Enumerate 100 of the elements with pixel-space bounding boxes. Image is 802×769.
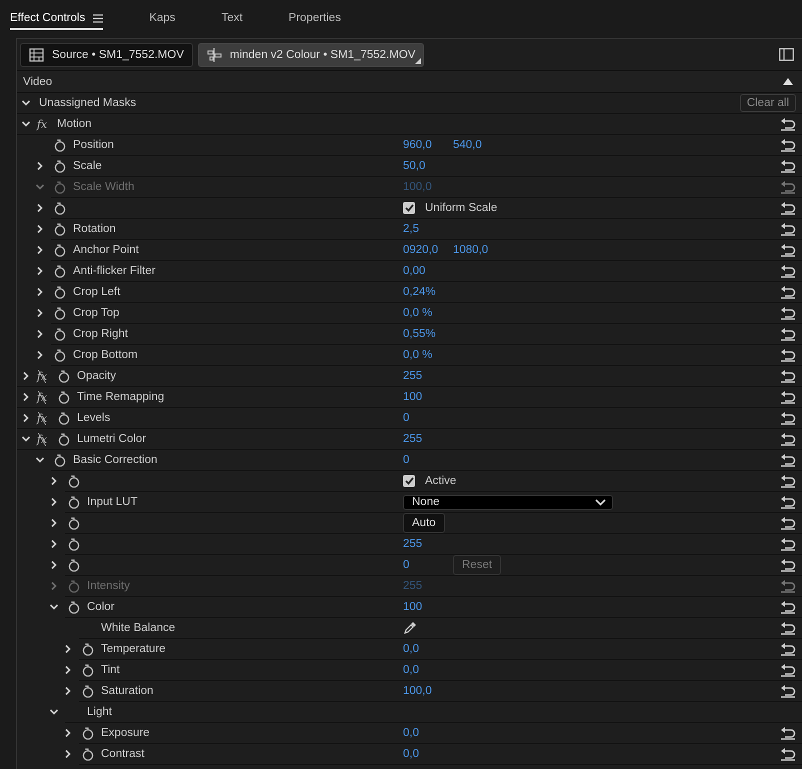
value-field[interactable]: 0: [403, 454, 453, 466]
stopwatch-icon[interactable]: [54, 264, 66, 278]
chevron-icon[interactable]: [35, 245, 45, 255]
stopwatch-icon[interactable]: [68, 474, 80, 488]
chevron-icon[interactable]: [63, 749, 73, 759]
chevron-icon[interactable]: [21, 98, 31, 108]
reset-icon[interactable]: [780, 726, 796, 740]
reset-icon[interactable]: [780, 495, 796, 509]
fx-toggle[interactable]: fx: [35, 118, 49, 130]
reset-icon[interactable]: [780, 348, 796, 362]
chevron-icon[interactable]: [35, 161, 45, 171]
value-field[interactable]: 255: [403, 370, 453, 382]
value-field[interactable]: 0,0: [403, 727, 453, 739]
reset-icon[interactable]: [780, 516, 796, 530]
chevron-icon[interactable]: [35, 224, 45, 234]
reset-icon[interactable]: [780, 390, 796, 404]
panel-tab[interactable]: Text: [221, 8, 243, 30]
stopwatch-icon[interactable]: [54, 244, 66, 256]
reset-icon[interactable]: [780, 138, 796, 152]
reset-icon[interactable]: [780, 621, 796, 635]
value-field[interactable]: 0,0: [403, 643, 453, 655]
reset-icon[interactable]: [780, 327, 796, 341]
value-field[interactable]: 0,0: [403, 748, 453, 760]
reset-icon[interactable]: [780, 642, 796, 656]
chevron-icon[interactable]: [63, 728, 73, 738]
value-field[interactable]: 0920,0: [403, 244, 453, 256]
stopwatch-icon[interactable]: [58, 432, 70, 446]
stopwatch-icon[interactable]: [68, 496, 80, 508]
value-field[interactable]: 0: [403, 412, 453, 424]
stopwatch-icon[interactable]: [54, 454, 66, 466]
chevron-icon[interactable]: [21, 371, 31, 381]
chevron-icon[interactable]: [49, 560, 59, 570]
reset-icon[interactable]: [780, 222, 796, 236]
reset-icon[interactable]: [780, 411, 796, 425]
value-field[interactable]: 540,0: [453, 139, 503, 151]
stopwatch-icon[interactable]: [58, 412, 70, 424]
stopwatch-icon[interactable]: [68, 600, 80, 614]
chevron-icon[interactable]: [21, 119, 31, 129]
stopwatch-icon[interactable]: [54, 202, 66, 214]
value-field[interactable]: 100,0: [403, 685, 453, 697]
chevron-icon[interactable]: [35, 203, 45, 213]
chevron-icon[interactable]: [35, 350, 45, 360]
stopwatch-icon[interactable]: [54, 328, 66, 340]
stopwatch-icon[interactable]: [58, 370, 70, 382]
reset-icon[interactable]: [780, 747, 796, 761]
reset-icon[interactable]: [780, 600, 796, 614]
reset-icon[interactable]: [780, 117, 796, 131]
stopwatch-icon[interactable]: [54, 138, 66, 152]
reset-icon[interactable]: [780, 684, 796, 698]
chevron-icon[interactable]: [63, 644, 73, 654]
chevron-icon[interactable]: [21, 392, 31, 402]
reset-icon[interactable]: [780, 558, 796, 572]
reset-icon[interactable]: [780, 663, 796, 677]
value-field[interactable]: 2,5: [403, 223, 453, 235]
stopwatch-icon[interactable]: [82, 726, 94, 740]
stopwatch-icon[interactable]: [82, 684, 94, 698]
reset-icon[interactable]: [780, 537, 796, 551]
chevron-icon[interactable]: [63, 686, 73, 696]
stopwatch-icon[interactable]: [54, 222, 66, 236]
value-field[interactable]: 0: [403, 559, 453, 571]
reset-icon[interactable]: [780, 369, 796, 383]
value-field[interactable]: 0,55%: [403, 328, 453, 340]
value-field[interactable]: 0,00: [403, 265, 453, 277]
stopwatch-icon[interactable]: [68, 516, 80, 530]
panel-tab[interactable]: Kaps: [149, 8, 176, 30]
value-field[interactable]: 255: [403, 538, 453, 550]
value-field[interactable]: 1080,0: [453, 244, 503, 256]
clip-tab[interactable]: minden v2 Colour • SM1_7552.MOV: [198, 42, 424, 66]
chevron-icon[interactable]: [35, 329, 45, 339]
chevron-icon[interactable]: [49, 707, 59, 717]
chevron-icon[interactable]: [49, 518, 59, 528]
reset-icon[interactable]: [780, 159, 796, 173]
reset-icon[interactable]: [780, 474, 796, 488]
clip-tab[interactable]: Source • SM1_7552.MOV: [20, 42, 193, 66]
chevron-icon[interactable]: [49, 602, 59, 612]
chevron-icon[interactable]: [35, 266, 45, 276]
stopwatch-icon[interactable]: [54, 286, 66, 298]
chevron-icon[interactable]: [21, 413, 31, 423]
stopwatch-icon[interactable]: [54, 348, 66, 362]
value-field[interactable]: 0,24%: [403, 286, 453, 298]
collapse-icon[interactable]: [783, 78, 793, 85]
reset-icon[interactable]: [780, 432, 796, 446]
value-field[interactable]: 50,0: [403, 160, 453, 172]
chevron-icon[interactable]: [35, 308, 45, 318]
value-field[interactable]: 255: [403, 433, 453, 445]
chevron-icon[interactable]: [21, 434, 31, 444]
value-field[interactable]: 100: [403, 601, 453, 613]
reset-icon[interactable]: [780, 201, 796, 215]
chevron-icon[interactable]: [49, 497, 59, 507]
chevron-icon[interactable]: [35, 455, 45, 465]
reset-icon[interactable]: [780, 243, 796, 257]
value-field[interactable]: 0,0 %: [403, 349, 453, 361]
stopwatch-icon[interactable]: [54, 306, 66, 320]
panel-tab[interactable]: Properties: [288, 8, 341, 30]
checkbox[interactable]: [403, 202, 415, 214]
dropdown[interactable]: None: [403, 494, 613, 510]
panel-toggle-icon[interactable]: [779, 48, 794, 61]
eyedropper-icon[interactable]: [403, 621, 417, 635]
reset-icon[interactable]: [780, 453, 796, 467]
stopwatch-icon[interactable]: [82, 664, 94, 676]
